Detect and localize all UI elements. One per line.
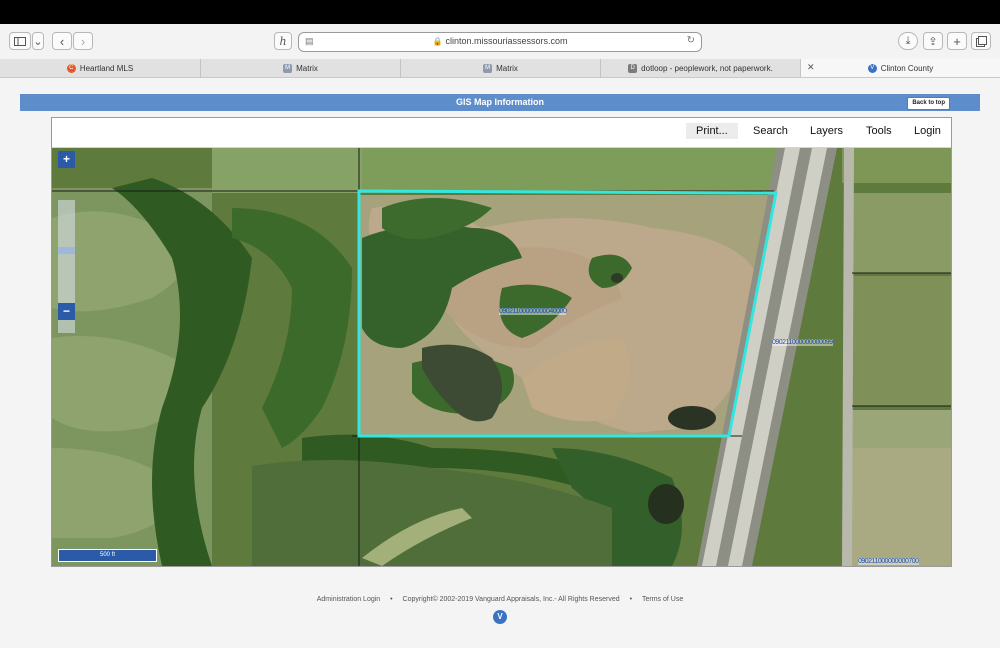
menu-layers[interactable]: Layers	[810, 125, 843, 137]
forward-button[interactable]: ›	[73, 32, 93, 50]
parcel-id-label: 090211000000000099	[772, 339, 833, 346]
scale-bar: 500 ft	[58, 549, 157, 562]
tab-heartland-mls[interactable]: C Heartland MLS	[0, 59, 201, 77]
tab-label: Clinton County	[880, 63, 934, 73]
sidebar-icon	[14, 36, 26, 46]
tab-bar: C Heartland MLS M Matrix M Matrix D dotl…	[0, 59, 1000, 78]
zoom-out-button[interactable]: −	[58, 303, 75, 320]
tab-label: Matrix	[496, 63, 518, 73]
tab-label: Matrix	[296, 63, 318, 73]
parcel-id-label: 090211000000000700	[858, 558, 919, 565]
map-viewer: Print... Search Layers Tools Login + − 0…	[51, 117, 952, 567]
parcel-id-label: 09021100000000040000	[499, 308, 567, 315]
tab-matrix-1[interactable]: M Matrix	[201, 59, 401, 77]
menu-tools[interactable]: Tools	[866, 125, 892, 137]
menu-print[interactable]: Print...	[686, 123, 738, 139]
lock-icon: 🔒	[432, 37, 443, 46]
new-tab-button[interactable]: +	[947, 32, 967, 50]
menu-login[interactable]: Login	[914, 125, 941, 137]
tab-clinton-county[interactable]: ✕ V Clinton County	[801, 59, 1000, 77]
page-footer: Administration Login • Copyright© 2002-2…	[0, 596, 1000, 603]
footer-separator: •	[390, 596, 393, 603]
matrix-icon: M	[483, 63, 493, 73]
close-tab-icon[interactable]: ✕	[807, 62, 815, 73]
extension-h-icon: h	[279, 34, 287, 48]
aerial-map[interactable]: + − 09021100000000040000 090211000000000…	[52, 148, 951, 566]
share-button[interactable]: ⇪	[923, 32, 943, 50]
admin-login-link[interactable]: Administration Login	[317, 596, 380, 603]
tab-matrix-2[interactable]: M Matrix	[401, 59, 601, 77]
page-title: GIS Map Information	[455, 97, 544, 107]
zoom-in-button[interactable]: +	[58, 151, 75, 168]
footer-separator: •	[629, 596, 633, 603]
share-icon: ⇪	[928, 35, 938, 48]
heartland-icon: C	[66, 63, 76, 73]
gis-header-bar: GIS Map Information Back to top	[20, 94, 980, 111]
address-bar[interactable]: ▤ 🔒 clinton.missouriassessors.com ↻	[298, 32, 702, 52]
tab-label: dotloop - peoplework, not paperwork.	[641, 63, 773, 73]
window-top-strip	[0, 0, 1000, 24]
url-text-wrap: 🔒 clinton.missouriassessors.com	[299, 36, 701, 46]
zoom-slider-handle[interactable]	[58, 247, 75, 254]
tabs-icon	[975, 35, 987, 47]
matrix-icon: M	[283, 63, 293, 73]
tab-label: Heartland MLS	[79, 63, 134, 73]
dotloop-icon: D	[628, 63, 638, 73]
reload-icon[interactable]: ↻	[687, 35, 695, 46]
vanguard-logo-icon: V	[493, 610, 507, 624]
copyright-text: Copyright© 2002-2019 Vanguard Appraisals…	[402, 596, 620, 603]
chevron-right-icon: ›	[80, 33, 86, 49]
sidebar-toggle-button[interactable]	[9, 32, 31, 50]
sidebar-menu-button[interactable]: ⌄	[32, 32, 44, 50]
downloads-button[interactable]: ⤓	[898, 32, 918, 50]
chevron-left-icon: ‹	[59, 33, 65, 49]
menu-search[interactable]: Search	[753, 125, 788, 137]
browser-toolbar: ⌄ ‹ › h ▤ 🔒 clinton.missouriassessors.com…	[0, 24, 1000, 60]
terms-of-use-link[interactable]: Terms of Use	[642, 596, 683, 603]
plus-icon: +	[953, 33, 961, 49]
map-menu-bar: Print... Search Layers Tools Login	[52, 118, 951, 148]
chevron-down-icon: ⌄	[33, 35, 43, 48]
download-icon: ⤓	[905, 34, 911, 47]
tab-overview-button[interactable]	[971, 32, 991, 50]
extension-button[interactable]: h	[274, 32, 292, 50]
vanguard-icon: V	[867, 63, 877, 73]
aerial-imagery	[52, 148, 951, 566]
back-to-top-button[interactable]: Back to top	[907, 97, 950, 110]
back-button[interactable]: ‹	[52, 32, 72, 50]
tab-dotloop[interactable]: D dotloop - peoplework, not paperwork.	[601, 59, 801, 77]
url-text: clinton.missouriassessors.com	[445, 36, 568, 46]
